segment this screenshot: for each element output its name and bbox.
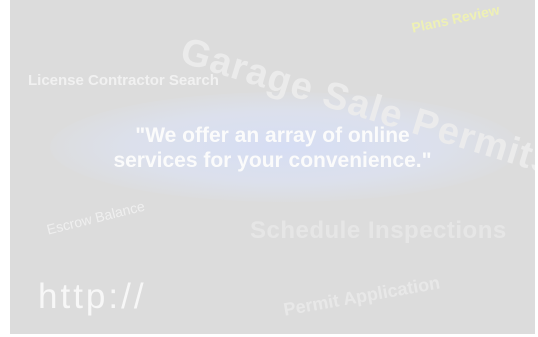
word-license-contractor-search: License Contractor Search [28,72,219,89]
services-banner: Garage Sale Permits Plans Review License… [10,0,535,334]
word-schedule-inspections: Schedule Inspections [250,217,507,244]
word-escrow-balance: Escrow Balance [45,197,147,238]
word-plans-review: Plans Review [410,1,501,36]
banner-quote: "We offer an array of online services fo… [10,123,535,173]
word-permit-application: Permit Application [282,272,442,320]
quote-line-2: services for your convenience." [113,149,432,172]
word-http: http:// [38,277,147,316]
quote-line-1: "We offer an array of online [135,124,410,147]
